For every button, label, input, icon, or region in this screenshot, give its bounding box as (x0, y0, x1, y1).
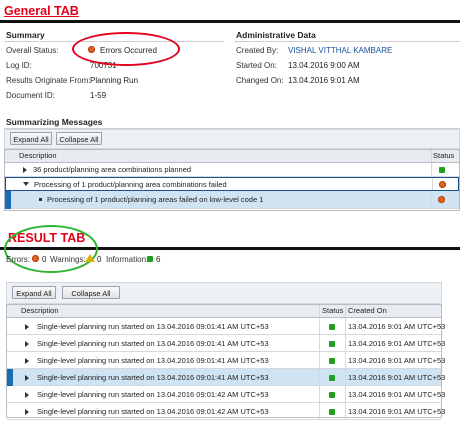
result-row[interactable]: Single-level planning run started on 13.… (7, 352, 445, 369)
result-table-header: Description Status Created On (7, 305, 441, 318)
result-text: Single-level planning run started on 13.… (37, 373, 269, 382)
col-status[interactable]: Status (433, 150, 454, 162)
expand-arrow-icon[interactable] (25, 375, 29, 381)
created-by-label: Created By: (236, 46, 279, 55)
warning-icon (85, 254, 95, 262)
results-originate-label: Results Originate From: (6, 76, 91, 85)
collapse-all-button[interactable]: Collapse All (56, 132, 102, 145)
result-table: Description Status Created On Single-lev… (6, 304, 445, 420)
col-status[interactable]: Status (322, 305, 343, 317)
created-on-value: 13.04.2016 9:01 AM UTC+53 (348, 390, 446, 399)
result-row[interactable]: Single-level planning run started on 13.… (7, 318, 445, 335)
expand-arrow-icon[interactable] (25, 324, 29, 330)
annotation-circle-green (4, 225, 98, 273)
created-on-value: 13.04.2016 9:01 AM UTC+53 (348, 373, 446, 382)
log-id-label: Log ID: (6, 61, 32, 70)
result-text: Single-level planning run started on 13.… (37, 407, 269, 416)
status-ok-icon (439, 167, 445, 173)
message-text: Processing of 1 product/planning areas f… (47, 195, 264, 204)
information-icon (147, 256, 153, 262)
result-collapse-all-button[interactable]: Collapse All (62, 286, 120, 299)
message-row-focused[interactable]: Processing of 1 product/planning area co… (5, 177, 459, 191)
started-on-value: 13.04.2016 9:00 AM (288, 61, 360, 70)
changed-on-value: 13.04.2016 9:01 AM (288, 76, 360, 85)
admin-data-heading: Administrative Data (236, 30, 316, 40)
created-on-value: 13.04.2016 9:01 AM UTC+53 (348, 407, 446, 416)
error-count-icon (32, 255, 39, 262)
general-tab-title: General TAB (4, 4, 79, 18)
summarizing-messages-heading: Summarizing Messages (6, 117, 103, 127)
row-selector[interactable] (5, 191, 11, 209)
information-count: 6 (156, 255, 161, 264)
created-by-link[interactable]: VISHAL VITTHAL KAMBARE (288, 46, 392, 55)
result-text: Single-level planning run started on 13.… (37, 390, 269, 399)
result-row[interactable]: Single-level planning run started on 13.… (7, 386, 445, 403)
status-ok-icon (329, 358, 335, 364)
status-ok-icon (329, 409, 335, 415)
annotation-circle-red (72, 32, 180, 66)
result-row-selected[interactable]: Single-level planning run started on 13.… (7, 369, 445, 386)
result-row[interactable]: Single-level planning run started on 13.… (7, 335, 445, 352)
result-text: Single-level planning run started on 13.… (37, 339, 269, 348)
result-text: Single-level planning run started on 13.… (37, 322, 269, 331)
created-on-value: 13.04.2016 9:01 AM UTC+53 (348, 322, 446, 331)
warnings-count: 0 (97, 255, 102, 264)
warnings-label: Warnings: (50, 255, 86, 264)
status-ok-icon (329, 341, 335, 347)
expand-arrow-icon[interactable] (25, 358, 29, 364)
expand-arrow-icon[interactable] (23, 167, 27, 173)
top-separator (0, 20, 460, 23)
expand-all-button[interactable]: Expand All (10, 132, 52, 145)
status-error-icon (439, 181, 446, 188)
status-ok-icon (329, 392, 335, 398)
overall-status-label: Overall Status: (6, 46, 59, 55)
result-row[interactable]: Single-level planning run started on 13.… (7, 403, 445, 420)
col-description[interactable]: Description (21, 305, 59, 317)
errors-label: Errors: (6, 255, 30, 264)
started-on-label: Started On: (236, 61, 277, 70)
document-id-label: Document ID: (6, 91, 55, 100)
created-on-value: 13.04.2016 9:01 AM UTC+53 (348, 356, 446, 365)
status-ok-icon (329, 375, 335, 381)
messages-table-header: Description Status (5, 150, 459, 163)
status-ok-icon (329, 324, 335, 330)
expand-arrow-icon[interactable] (25, 341, 29, 347)
row-selector[interactable] (7, 369, 13, 386)
information-label: Information: (106, 255, 149, 264)
created-on-value: 13.04.2016 9:01 AM UTC+53 (348, 339, 446, 348)
bullet-icon (39, 198, 42, 201)
results-originate-value: Planning Run (90, 76, 139, 85)
message-text: 36 product/planning area combinations pl… (33, 165, 192, 174)
message-row[interactable]: 36 product/planning area combinations pl… (5, 163, 459, 177)
expand-arrow-icon[interactable] (25, 392, 29, 398)
message-row-selected[interactable]: Processing of 1 product/planning areas f… (5, 191, 459, 209)
changed-on-label: Changed On: (236, 76, 284, 85)
collapse-arrow-icon[interactable] (23, 182, 29, 186)
errors-count: 0 (42, 255, 47, 264)
document-id-value: 1-59 (90, 91, 107, 100)
message-text: Processing of 1 product/planning area co… (34, 180, 227, 189)
result-expand-all-button[interactable]: Expand All (12, 286, 56, 299)
col-created-on[interactable]: Created On (348, 305, 387, 317)
status-error-icon (438, 196, 445, 203)
admin-underline (234, 41, 460, 42)
expand-arrow-icon[interactable] (25, 409, 29, 415)
col-description[interactable]: Description (19, 150, 57, 162)
summary-heading: Summary (6, 30, 45, 40)
result-text: Single-level planning run started on 13.… (37, 356, 269, 365)
messages-table: Description Status 36 product/planning a… (4, 149, 460, 211)
